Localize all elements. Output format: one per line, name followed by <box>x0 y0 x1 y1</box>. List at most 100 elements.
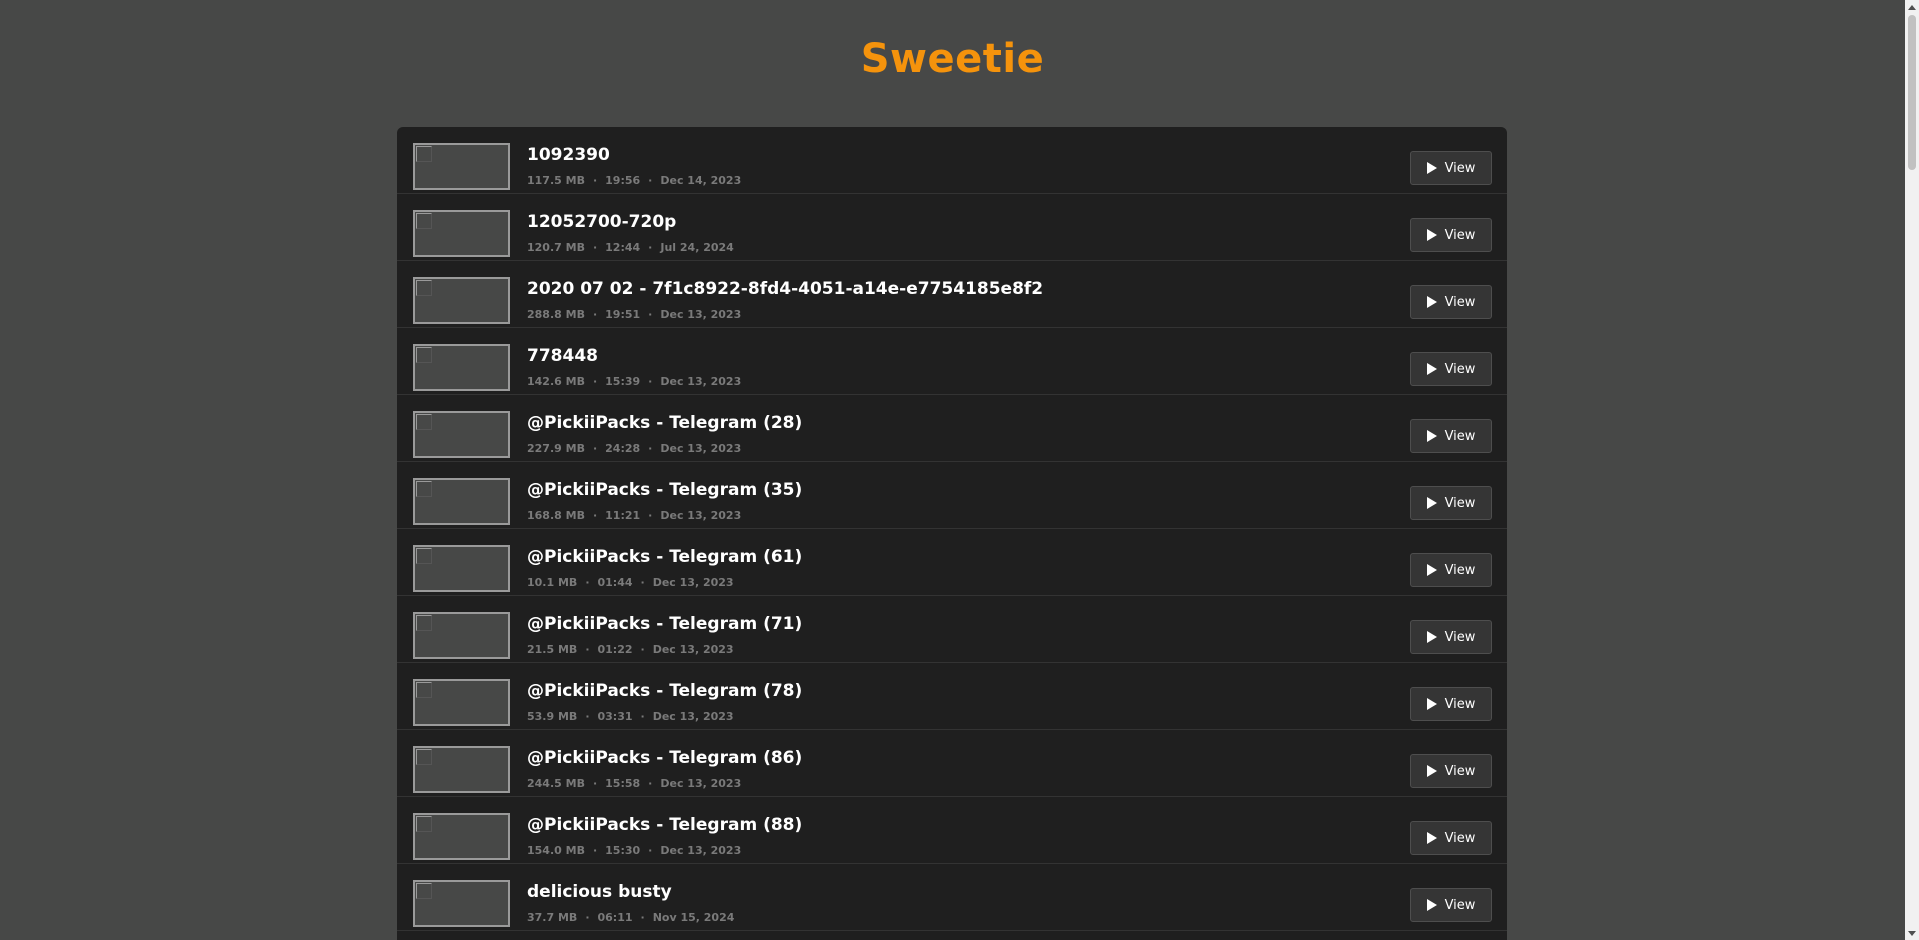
video-size: 142.6 MB <box>527 375 585 388</box>
video-row[interactable]: @PickiiPacks - Telegram (61) 10.1 MB · 01:… <box>397 529 1507 596</box>
video-meta: 154.0 MB · 15:30 · Dec 13, 2023 <box>527 844 742 857</box>
video-row[interactable]: 1092390 117.5 MB · 19:56 · Dec 14, 2023 View <box>397 127 1507 194</box>
video-date: Dec 14, 2023 <box>660 174 742 187</box>
play-icon <box>1426 296 1437 308</box>
video-row[interactable]: delicious busty 37.7 MB · 06:11 · Nov 15, 20… <box>397 864 1507 931</box>
video-title[interactable]: 1092390 <box>527 145 610 165</box>
video-date: Nov 15, 2024 <box>652 911 735 924</box>
view-button[interactable]: View <box>1410 754 1492 788</box>
view-button-label: View <box>1444 696 1476 712</box>
video-title[interactable]: @PickiiPacks - Telegram (78) <box>527 681 802 701</box>
video-size: 227.9 MB <box>527 442 585 455</box>
view-button[interactable]: View <box>1410 151 1492 185</box>
video-thumbnail[interactable] <box>413 746 510 793</box>
video-duration: 01:44 <box>597 576 633 589</box>
video-row[interactable]: @PickiiPacks - Telegram (86) 244.5 MB · 15… <box>397 730 1507 797</box>
video-title[interactable]: delicious busty <box>527 882 672 902</box>
video-duration: 19:56 <box>605 174 641 187</box>
video-meta: 288.8 MB · 19:51 · Dec 13, 2023 <box>527 308 742 321</box>
video-row[interactable]: 2020 07 02 - 7f1c8922-8fd4-4051-a14e-e77… <box>397 261 1507 328</box>
view-button-label: View <box>1444 897 1476 913</box>
play-icon <box>1426 229 1437 241</box>
view-button[interactable]: View <box>1410 352 1492 386</box>
video-duration: 01:22 <box>597 643 633 656</box>
video-duration: 11:21 <box>605 509 641 522</box>
video-thumbnail[interactable] <box>413 880 510 927</box>
view-button[interactable]: View <box>1410 821 1492 855</box>
view-button[interactable]: View <box>1410 218 1492 252</box>
video-thumbnail[interactable] <box>413 813 510 860</box>
play-icon <box>1426 162 1437 174</box>
video-title[interactable]: @PickiiPacks - Telegram (86) <box>527 748 802 768</box>
video-thumbnail[interactable] <box>413 143 510 190</box>
video-duration: 15:39 <box>605 375 641 388</box>
view-button[interactable]: View <box>1410 553 1492 587</box>
view-button[interactable]: View <box>1410 486 1492 520</box>
video-thumbnail[interactable] <box>413 612 510 659</box>
view-button-label: View <box>1444 361 1476 377</box>
video-duration: 19:51 <box>605 308 641 321</box>
play-icon <box>1426 631 1437 643</box>
play-icon <box>1426 430 1437 442</box>
video-date: Dec 13, 2023 <box>652 576 734 589</box>
video-size: 53.9 MB <box>527 710 578 723</box>
view-button[interactable]: View <box>1410 285 1492 319</box>
video-meta: 117.5 MB · 19:56 · Dec 14, 2023 <box>527 174 742 187</box>
video-thumbnail[interactable] <box>413 679 510 726</box>
video-title[interactable]: @PickiiPacks - Telegram (61) <box>527 547 802 567</box>
view-button-label: View <box>1444 227 1476 243</box>
view-button[interactable]: View <box>1410 687 1492 721</box>
video-date: Dec 13, 2023 <box>660 442 742 455</box>
play-icon <box>1426 765 1437 777</box>
video-date: Dec 13, 2023 <box>652 643 734 656</box>
scroll-up-arrow-icon[interactable] <box>1905 0 1919 14</box>
video-title[interactable]: 778448 <box>527 346 598 366</box>
video-size: 117.5 MB <box>527 174 585 187</box>
play-icon <box>1426 564 1437 576</box>
view-button[interactable]: View <box>1410 620 1492 654</box>
video-title[interactable]: @PickiiPacks - Telegram (88) <box>527 815 802 835</box>
play-icon <box>1426 832 1437 844</box>
view-button[interactable]: View <box>1410 419 1492 453</box>
video-duration: 03:31 <box>597 710 633 723</box>
video-title[interactable]: @PickiiPacks - Telegram (71) <box>527 614 802 634</box>
video-row[interactable]: @PickiiPacks - Telegram (28) 227.9 MB · 24… <box>397 395 1507 462</box>
video-meta: 168.8 MB · 11:21 · Dec 13, 2023 <box>527 509 742 522</box>
video-title[interactable]: @PickiiPacks - Telegram (28) <box>527 413 802 433</box>
video-thumbnail[interactable] <box>413 411 510 458</box>
play-icon <box>1426 899 1437 911</box>
play-icon <box>1426 497 1437 509</box>
video-title[interactable]: 12052700-720p <box>527 212 676 232</box>
video-thumbnail[interactable] <box>413 344 510 391</box>
video-date: Jul 24, 2024 <box>660 241 734 254</box>
video-date: Dec 13, 2023 <box>660 375 742 388</box>
video-duration: 06:11 <box>597 911 633 924</box>
view-button-label: View <box>1444 629 1476 645</box>
scrollbar-thumb[interactable] <box>1908 15 1916 170</box>
video-duration: 24:28 <box>605 442 641 455</box>
video-row[interactable]: 778448 142.6 MB · 15:39 · Dec 13, 2023 View <box>397 328 1507 395</box>
video-row[interactable]: @PickiiPacks - Telegram (78) 53.9 MB · 03:… <box>397 663 1507 730</box>
video-title[interactable]: @PickiiPacks - Telegram (35) <box>527 480 802 500</box>
view-button-label: View <box>1444 830 1476 846</box>
video-thumbnail[interactable] <box>413 478 510 525</box>
video-meta: 10.1 MB · 01:44 · Dec 13, 2023 <box>527 576 734 589</box>
video-thumbnail[interactable] <box>413 277 510 324</box>
video-row[interactable]: @PickiiPacks - Telegram (71) 21.5 MB · 01:… <box>397 596 1507 663</box>
video-thumbnail[interactable] <box>413 545 510 592</box>
video-meta: 37.7 MB · 06:11 · Nov 15, 2024 <box>527 911 735 924</box>
view-button[interactable]: View <box>1410 888 1492 922</box>
view-button-label: View <box>1444 562 1476 578</box>
view-button-label: View <box>1444 294 1476 310</box>
video-thumbnail[interactable] <box>413 210 510 257</box>
video-size: 154.0 MB <box>527 844 585 857</box>
video-title[interactable]: 2020 07 02 - 7f1c8922-8fd4-4051-a14e-e77… <box>527 279 1043 299</box>
scroll-down-arrow-icon[interactable] <box>1905 926 1919 940</box>
vertical-scrollbar[interactable] <box>1905 0 1919 940</box>
page: Sweetie 1092390 117.5 MB · 19:56 · Dec 14, 2… <box>0 0 1919 940</box>
play-icon <box>1426 698 1437 710</box>
video-row[interactable]: @PickiiPacks - Telegram (88) 154.0 MB · 15… <box>397 797 1507 864</box>
video-row[interactable]: @PickiiPacks - Telegram (35) 168.8 MB · 11… <box>397 462 1507 529</box>
video-meta: 142.6 MB · 15:39 · Dec 13, 2023 <box>527 375 742 388</box>
video-row[interactable]: 12052700-720p 120.7 MB · 12:44 · Jul 24, 202… <box>397 194 1507 261</box>
